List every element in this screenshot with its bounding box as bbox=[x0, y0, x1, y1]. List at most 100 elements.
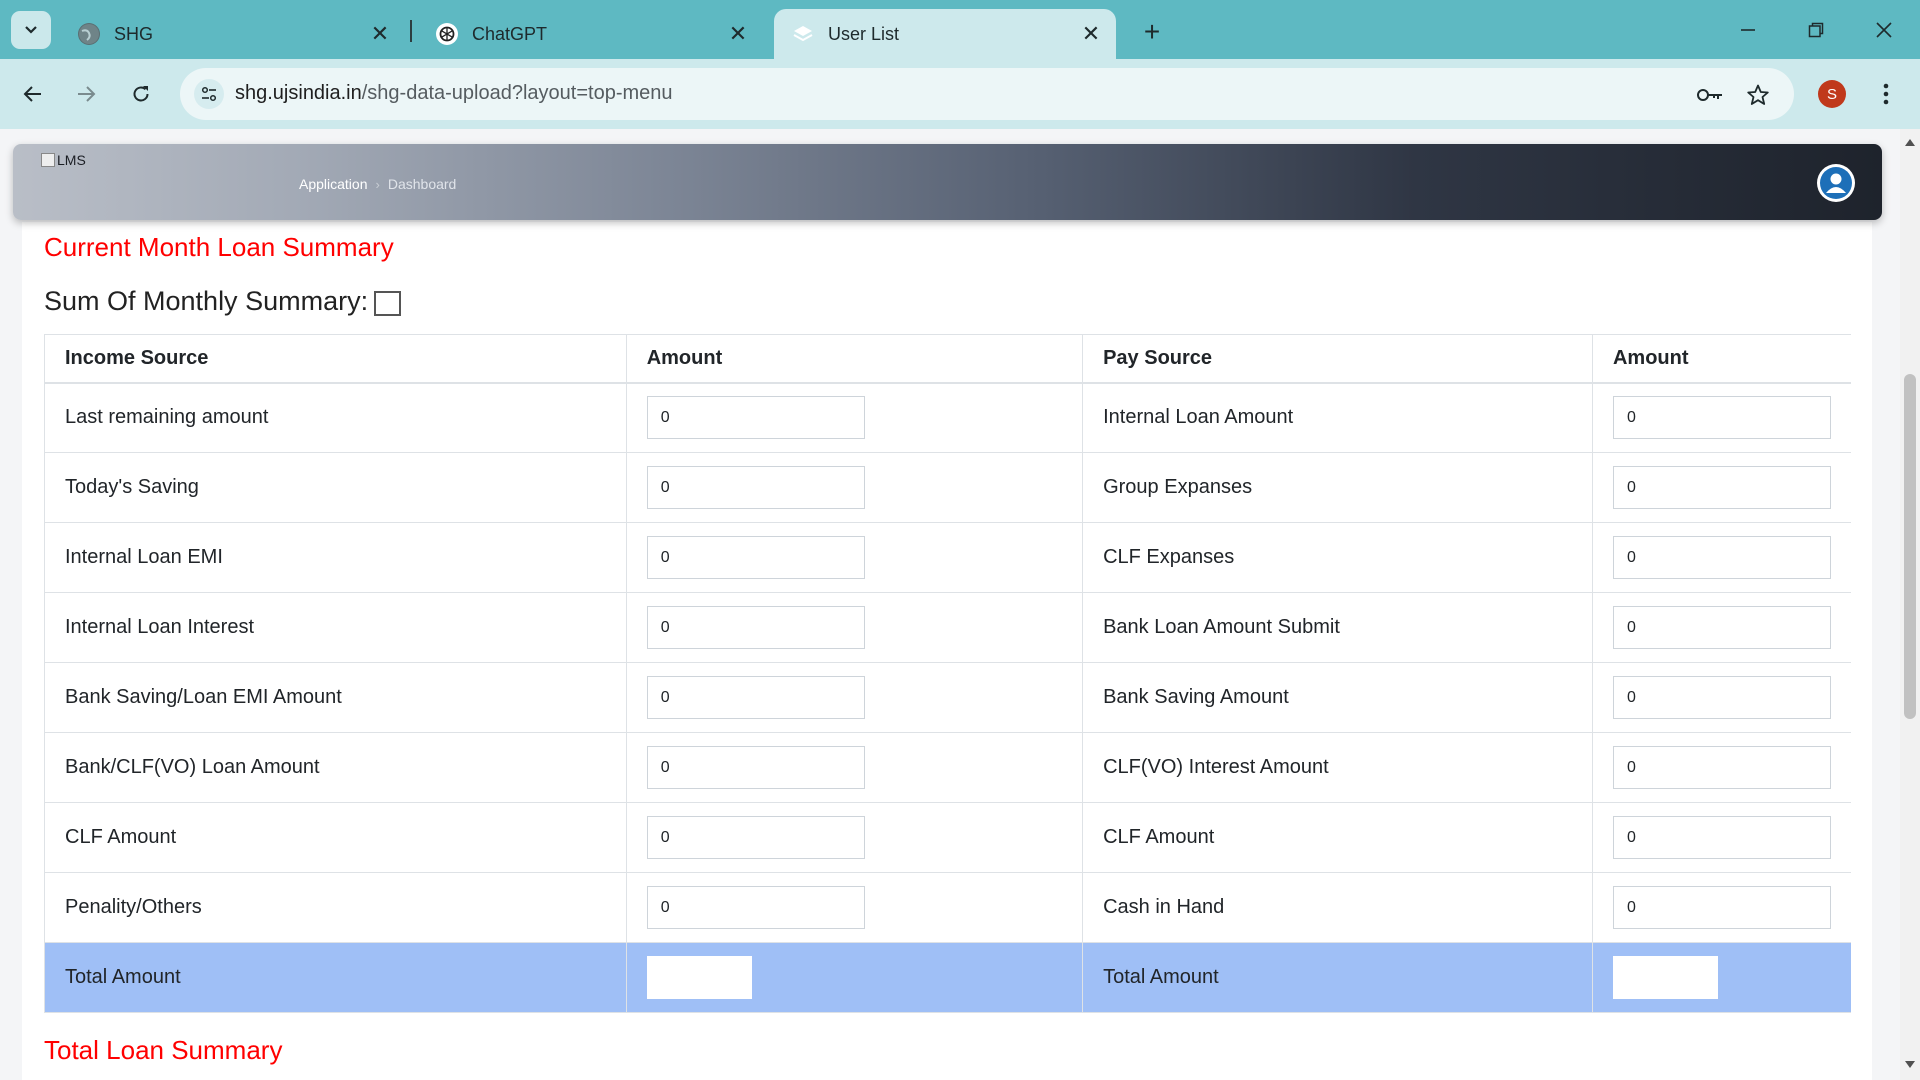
scroll-up-icon[interactable] bbox=[1905, 139, 1915, 146]
income-amount-input[interactable] bbox=[646, 746, 865, 789]
income-label: Last remaining amount bbox=[44, 382, 627, 453]
restore-button[interactable] bbox=[1789, 10, 1843, 50]
scrollbar-thumb[interactable] bbox=[1904, 374, 1916, 719]
minimize-button[interactable] bbox=[1721, 10, 1775, 50]
layers-icon bbox=[792, 23, 814, 45]
pay-amount-cell bbox=[1591, 872, 1851, 943]
section-title-total-loan: Total Loan Summary bbox=[44, 1035, 283, 1065]
table-row: CLF Amount CLF Amount bbox=[44, 802, 1851, 873]
total-row: Total Amount Total Amount bbox=[44, 942, 1851, 1013]
table-row: Bank/CLF(VO) Loan Amount CLF(VO) Interes… bbox=[44, 732, 1851, 803]
tab-shg[interactable]: SHG ✕ bbox=[60, 9, 405, 59]
restore-icon bbox=[1808, 22, 1824, 38]
table-row: Bank Saving/Loan EMI Amount Bank Saving … bbox=[44, 662, 1851, 733]
income-amount-input[interactable] bbox=[646, 676, 865, 719]
close-icon bbox=[1876, 22, 1892, 38]
logo-alt-text: LMS bbox=[57, 152, 86, 168]
loan-summary-table: Income Source Amount Pay Source Amount L… bbox=[44, 334, 1851, 1013]
breadcrumb-chevron-icon: › bbox=[375, 176, 380, 192]
pay-amount-input[interactable] bbox=[1612, 606, 1831, 649]
table-row: Internal Loan Interest Bank Loan Amount … bbox=[44, 592, 1851, 663]
header-income-source: Income Source bbox=[44, 334, 627, 384]
pay-amount-input[interactable] bbox=[1612, 886, 1831, 929]
url-text[interactable]: shg.ujsindia.in/shg-data-upload?layout=t… bbox=[235, 82, 673, 105]
total-pay-cell bbox=[1591, 942, 1851, 1013]
income-amount-input[interactable] bbox=[646, 816, 865, 859]
table-row: Internal Loan EMI CLF Expanses bbox=[44, 522, 1851, 593]
pay-amount-input[interactable] bbox=[1612, 816, 1831, 859]
back-button[interactable] bbox=[13, 74, 53, 114]
income-amount-cell bbox=[625, 382, 1083, 453]
close-window-button[interactable] bbox=[1857, 10, 1911, 50]
income-amount-input[interactable] bbox=[646, 536, 865, 579]
income-amount-cell bbox=[625, 802, 1083, 873]
section-title-current-month: Current Month Loan Summary bbox=[44, 232, 394, 262]
income-amount-input[interactable] bbox=[646, 606, 865, 649]
new-tab-button[interactable]: + bbox=[1136, 16, 1168, 48]
breadcrumb-application[interactable]: Application bbox=[299, 176, 368, 192]
minimize-icon bbox=[1741, 29, 1755, 31]
arrow-right-icon bbox=[78, 86, 96, 102]
tab-title: User List bbox=[828, 23, 900, 44]
sum-checkbox[interactable] bbox=[374, 291, 402, 316]
pay-amount-cell bbox=[1591, 522, 1851, 593]
broken-image-icon bbox=[41, 153, 55, 167]
more-menu-icon[interactable] bbox=[1874, 76, 1898, 112]
bookmark-star-icon[interactable] bbox=[1744, 81, 1772, 109]
close-icon[interactable]: ✕ bbox=[723, 19, 753, 49]
forward-button[interactable] bbox=[66, 74, 106, 114]
income-amount-cell bbox=[625, 872, 1083, 943]
income-amount-input[interactable] bbox=[646, 466, 865, 509]
chevron-down-icon bbox=[25, 26, 37, 34]
pay-amount-input[interactable] bbox=[1612, 396, 1831, 440]
pay-label: Internal Loan Amount bbox=[1082, 382, 1593, 453]
close-icon[interactable]: ✕ bbox=[1076, 19, 1106, 49]
profile-avatar[interactable]: S bbox=[1818, 80, 1846, 108]
pay-label: CLF Expanses bbox=[1082, 522, 1593, 593]
password-key-icon[interactable] bbox=[1696, 81, 1724, 109]
tab-chatgpt[interactable]: ChatGPT ✕ bbox=[418, 9, 763, 59]
income-label: Today's Saving bbox=[44, 452, 627, 523]
pay-amount-cell bbox=[1591, 452, 1851, 523]
income-amount-input[interactable] bbox=[646, 886, 865, 929]
tab-user-list[interactable]: User List ✕ bbox=[774, 9, 1116, 59]
pay-amount-input[interactable] bbox=[1612, 746, 1831, 789]
pay-amount-input[interactable] bbox=[1612, 536, 1831, 579]
globe-icon bbox=[78, 23, 100, 45]
income-amount-cell bbox=[625, 732, 1083, 803]
header-amount: Amount bbox=[625, 334, 1083, 384]
income-label: Internal Loan EMI bbox=[44, 522, 627, 593]
pay-label: Bank Saving Amount bbox=[1082, 662, 1593, 733]
income-label: Bank/CLF(VO) Loan Amount bbox=[44, 732, 627, 803]
pay-amount-input[interactable] bbox=[1612, 676, 1831, 719]
page-scrollbar[interactable] bbox=[1900, 129, 1920, 1080]
tab-search-button[interactable] bbox=[11, 11, 51, 49]
close-icon[interactable]: ✕ bbox=[365, 19, 395, 49]
user-icon bbox=[1820, 167, 1852, 199]
pay-label: Cash in Hand bbox=[1082, 872, 1593, 943]
site-settings-icon[interactable] bbox=[194, 79, 224, 109]
reload-icon bbox=[133, 86, 149, 102]
tab-title: SHG bbox=[114, 23, 154, 44]
app-logo[interactable]: LMS bbox=[41, 152, 86, 168]
pay-label: CLF Amount bbox=[1082, 802, 1593, 873]
reload-button[interactable] bbox=[121, 74, 161, 114]
income-label: CLF Amount bbox=[44, 802, 627, 873]
user-avatar[interactable] bbox=[1817, 164, 1855, 202]
total-pay-label: Total Amount bbox=[1082, 942, 1593, 1013]
url-domain: shg.ujsindia.in bbox=[235, 82, 362, 104]
total-income-input[interactable] bbox=[646, 956, 752, 999]
address-bar[interactable]: shg.ujsindia.in/shg-data-upload?layout=t… bbox=[180, 68, 1794, 120]
income-amount-cell bbox=[625, 522, 1083, 593]
pay-label: CLF(VO) Interest Amount bbox=[1082, 732, 1593, 803]
table-row: Today's Saving Group Expanses bbox=[44, 452, 1851, 523]
pay-amount-cell bbox=[1591, 732, 1851, 803]
pay-amount-cell bbox=[1591, 592, 1851, 663]
income-amount-cell bbox=[625, 592, 1083, 663]
scroll-down-icon[interactable] bbox=[1905, 1061, 1915, 1068]
pay-amount-input[interactable] bbox=[1612, 466, 1831, 509]
page-viewport: Current Month Loan Summary Sum Of Monthl… bbox=[0, 129, 1900, 1080]
total-pay-input[interactable] bbox=[1612, 956, 1718, 999]
income-amount-input[interactable] bbox=[646, 396, 865, 440]
chatgpt-icon bbox=[436, 23, 458, 45]
